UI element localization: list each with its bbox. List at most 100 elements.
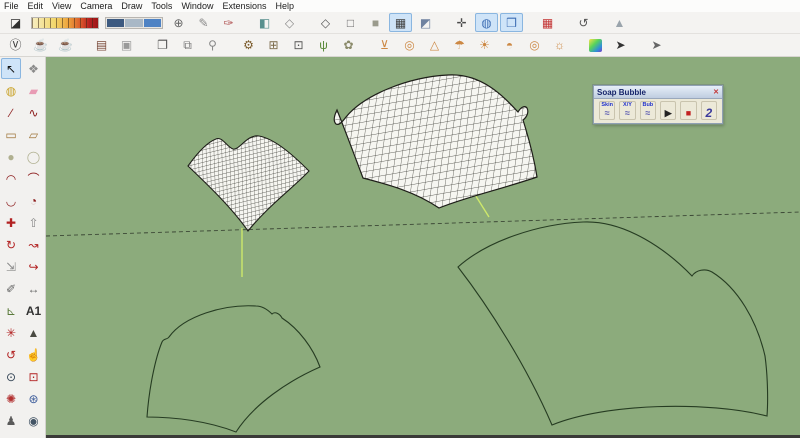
flip-triangle-icon[interactable]: ▲ xyxy=(608,13,631,32)
follow-me-tool[interactable]: ↝ xyxy=(24,234,44,255)
move-tool[interactable]: ✚ xyxy=(1,212,21,233)
xy-button[interactable]: X/Y ≈ xyxy=(619,101,636,120)
grass-tool-icon[interactable]: ψ xyxy=(312,36,335,55)
dome-tool-icon[interactable]: ◓ xyxy=(498,36,521,55)
scale-tool[interactable]: ⇲ xyxy=(1,256,21,277)
shaded-textures-cube-icon[interactable]: ▦ xyxy=(389,13,412,32)
menu-item[interactable]: View xyxy=(52,1,71,11)
line-tool[interactable]: ∕ xyxy=(1,102,21,123)
protractor-tool[interactable]: ⊾ xyxy=(1,300,21,321)
box-add-icon[interactable]: ⊞ xyxy=(262,36,285,55)
hidden-line-cube-icon[interactable]: □ xyxy=(339,13,362,32)
leaf-shell-icon[interactable]: ✿ xyxy=(337,36,360,55)
outline-patch-small[interactable] xyxy=(146,305,321,433)
two-point-arc-tool[interactable]: ⌒ xyxy=(24,168,44,189)
gap-2[interactable] xyxy=(140,36,149,55)
box-wire-icon[interactable]: ⊡ xyxy=(287,36,310,55)
color-range-strip[interactable] xyxy=(31,16,99,29)
arc-tool[interactable]: ◠ xyxy=(1,168,21,189)
cursor-star-icon[interactable]: ➤ xyxy=(609,36,632,55)
menu-item[interactable]: File xyxy=(4,1,19,11)
gap-3[interactable] xyxy=(439,13,448,32)
menu-item[interactable]: Extensions xyxy=(222,1,266,11)
gradient-swatch-icon[interactable]: ▣ xyxy=(584,36,607,55)
table-tool-icon[interactable]: ▤ xyxy=(90,36,113,55)
circle-tool[interactable]: ● xyxy=(1,146,21,167)
back-edges-cube-icon[interactable]: ◇ xyxy=(278,13,301,32)
donut-tool-icon[interactable]: ◎ xyxy=(398,36,421,55)
teapot-icon[interactable]: ☕ xyxy=(29,36,52,55)
menu-item[interactable]: Draw xyxy=(121,1,142,11)
red-marker-icon[interactable]: ✑ xyxy=(217,13,240,32)
pencil-tool-icon[interactable]: ✎ xyxy=(192,13,215,32)
pie-tool[interactable]: ◔ xyxy=(24,190,44,211)
torus-tool-icon[interactable]: ◎ xyxy=(523,36,546,55)
stop-button[interactable]: ■ xyxy=(680,101,697,120)
zoom-tool[interactable]: ⊙ xyxy=(1,366,21,387)
tape-measure-tool[interactable]: ✐ xyxy=(1,278,21,299)
place-north-icon[interactable]: ⊕ xyxy=(167,13,190,32)
three-point-arc-tool[interactable]: ◡ xyxy=(1,190,21,211)
skin-button[interactable]: Skin ≈ xyxy=(599,101,616,120)
cone-tool-icon[interactable]: △ xyxy=(423,36,446,55)
menu-item[interactable]: Edit xyxy=(28,1,44,11)
paint-bucket-tool[interactable]: ◍ xyxy=(1,80,21,101)
v-circle-icon[interactable]: Ⓥ xyxy=(4,36,27,55)
monochrome-cube-icon[interactable]: ◩ xyxy=(414,13,437,32)
wireframe-cube-icon[interactable]: ◇ xyxy=(314,13,337,32)
xray-style-cube-icon[interactable]: ◧ xyxy=(253,13,276,32)
frame-tool-icon[interactable]: ▣ xyxy=(115,36,138,55)
window-icon[interactable]: ❐ xyxy=(151,36,174,55)
dimension-tool[interactable]: ↔ xyxy=(24,278,44,299)
axes-tool[interactable]: ✳ xyxy=(1,322,21,343)
freehand-tool[interactable]: ∿ xyxy=(24,102,44,123)
lock-icon[interactable]: ⚲ xyxy=(201,36,224,55)
position-camera-tool[interactable]: ♟ xyxy=(1,410,21,431)
gap-6[interactable] xyxy=(634,36,643,55)
gap-5[interactable] xyxy=(561,13,570,32)
play-button[interactable]: ▶ xyxy=(659,101,677,120)
eraser-tool[interactable]: ▰ xyxy=(24,80,44,101)
window-copy-icon[interactable]: ⧉ xyxy=(176,36,199,55)
sun-bracket-icon[interactable]: ☼ xyxy=(548,36,571,55)
offset-tool[interactable]: ↪ xyxy=(24,256,44,277)
funnel-tool-icon[interactable]: ⊻ xyxy=(373,36,396,55)
menu-item[interactable]: Window xyxy=(181,1,213,11)
previous-view-tool[interactable]: ⊛ xyxy=(24,388,44,409)
text-tool[interactable]: A1 xyxy=(24,300,44,321)
undo-arc-icon[interactable]: ↺ xyxy=(572,13,595,32)
close-icon[interactable]: ✕ xyxy=(713,89,719,96)
gap-4[interactable] xyxy=(362,36,371,55)
undo-2-button[interactable]: 2 xyxy=(700,101,717,120)
tripod-tool-icon[interactable]: ☂ xyxy=(448,36,471,55)
gap-2[interactable] xyxy=(303,13,312,32)
zoom-extents-tool[interactable]: ✺ xyxy=(1,388,21,409)
orbit-tool[interactable]: ↺ xyxy=(1,344,21,365)
push-pull-tool[interactable]: ⇧ xyxy=(24,212,44,233)
menu-item[interactable]: Help xyxy=(275,1,294,11)
soap-mesh-large[interactable] xyxy=(333,74,538,209)
gap-6[interactable] xyxy=(597,13,606,32)
menu-item[interactable]: Camera xyxy=(80,1,112,11)
polygon-tool[interactable]: ◯ xyxy=(24,146,44,167)
rotate-tool[interactable]: ↻ xyxy=(1,234,21,255)
gap-1[interactable] xyxy=(242,13,251,32)
segment-strip[interactable] xyxy=(105,16,163,29)
bub-button[interactable]: Bub ≈ xyxy=(639,101,656,120)
red-grid-icon[interactable]: ▦ xyxy=(536,13,559,32)
outline-patch-large[interactable] xyxy=(457,221,769,426)
eraser-block-icon[interactable]: ◪ xyxy=(4,13,27,32)
shaded-cube-icon[interactable]: ■ xyxy=(364,13,387,32)
look-around-tool[interactable]: ◉ xyxy=(24,410,44,431)
lamp-tool-icon[interactable]: ⚙ xyxy=(237,36,260,55)
zoom-window-tool[interactable]: ⊡ xyxy=(24,366,44,387)
globe-texture-icon[interactable]: ◍ xyxy=(475,13,498,32)
soap-mesh-small[interactable] xyxy=(187,135,310,232)
rotated-rectangle-tool[interactable]: ▱ xyxy=(24,124,44,145)
sandbox-tool[interactable]: ▲ xyxy=(24,322,44,343)
menu-item[interactable]: Tools xyxy=(151,1,172,11)
globe-box-icon[interactable]: ❒ xyxy=(500,13,523,32)
teapot-paint-icon[interactable]: ☕ xyxy=(54,36,77,55)
sun-tool-icon[interactable]: ☀ xyxy=(473,36,496,55)
gap-4[interactable] xyxy=(525,13,534,32)
